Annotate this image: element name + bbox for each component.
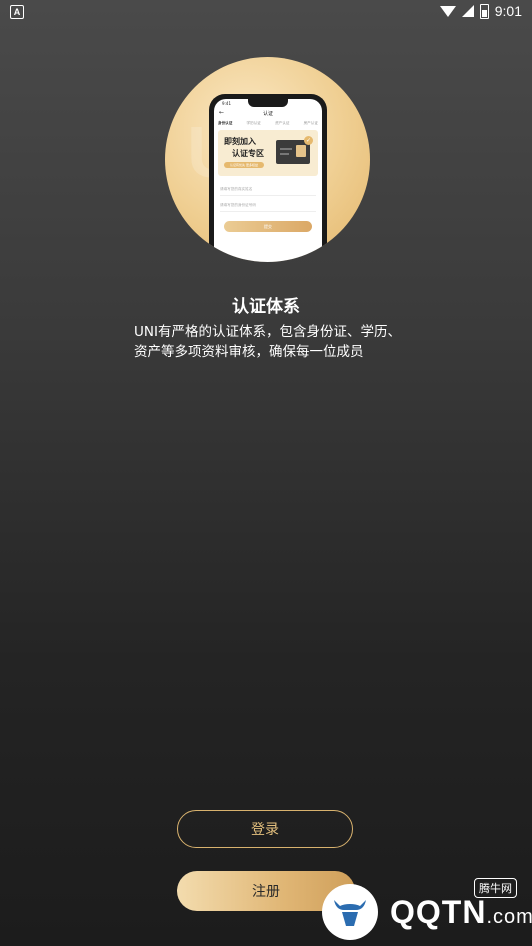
status-bar: A 9:01 (0, 0, 532, 24)
mock-nav-title: 认证 (262, 111, 273, 117)
mock-tabs: 身份认证 学历认证 资产认证 房产认证 (218, 121, 318, 126)
page-title: 认证体系 (232, 297, 300, 317)
check-badge-icon: ✓ (304, 136, 313, 145)
hero-illustration: UNI 9:41 ← 认证 身份认证 学历认证 资产认证 房产认证 即刻加入 认… (165, 57, 370, 262)
mock-submit-button: 提交 (224, 221, 312, 232)
notification-icon: A (10, 5, 24, 19)
mock-tab: 身份认证 (218, 121, 233, 125)
mock-time: 9:41 (222, 101, 231, 106)
signal-icon (461, 5, 474, 17)
mock-banner: 即刻加入 认证专区 认证有优先 更多权益 ✓ (218, 130, 318, 176)
mock-tab: 房产认证 (303, 121, 318, 125)
mock-id-field: 请填写您的身份证号码 (220, 203, 316, 212)
mock-banner-pill: 认证有优先 更多权益 (224, 162, 264, 168)
phone-screen: 9:41 ← 认证 身份认证 学历认证 资产认证 房产认证 即刻加入 认证专区 … (214, 99, 322, 262)
mock-banner-line1: 即刻加入 (224, 137, 256, 146)
watermark-tag: 腾牛网 (474, 878, 517, 898)
bull-logo-icon (322, 884, 378, 940)
mock-banner-line2: 认证专区 (232, 149, 264, 158)
mock-tab: 学历认证 (246, 121, 261, 125)
page-description: UNI有严格的认证体系，包含身份证、学历、资产等多项资料审核，确保每一位成员 (134, 324, 401, 360)
wifi-icon (439, 5, 456, 17)
phone-mockup: 9:41 ← 认证 身份认证 学历认证 资产认证 房产认证 即刻加入 认证专区 … (209, 94, 327, 262)
mock-name-field: 请填写您的真实姓名 (220, 187, 316, 196)
site-watermark: QQTN.com 腾牛网 (322, 878, 532, 940)
status-time: 9:01 (494, 3, 522, 19)
login-button[interactable]: 登录 (177, 810, 353, 848)
watermark-domain: .com (486, 906, 532, 928)
watermark-site: QQTN (390, 894, 487, 930)
battery-icon (479, 3, 489, 19)
mock-tab: 资产认证 (275, 121, 290, 125)
